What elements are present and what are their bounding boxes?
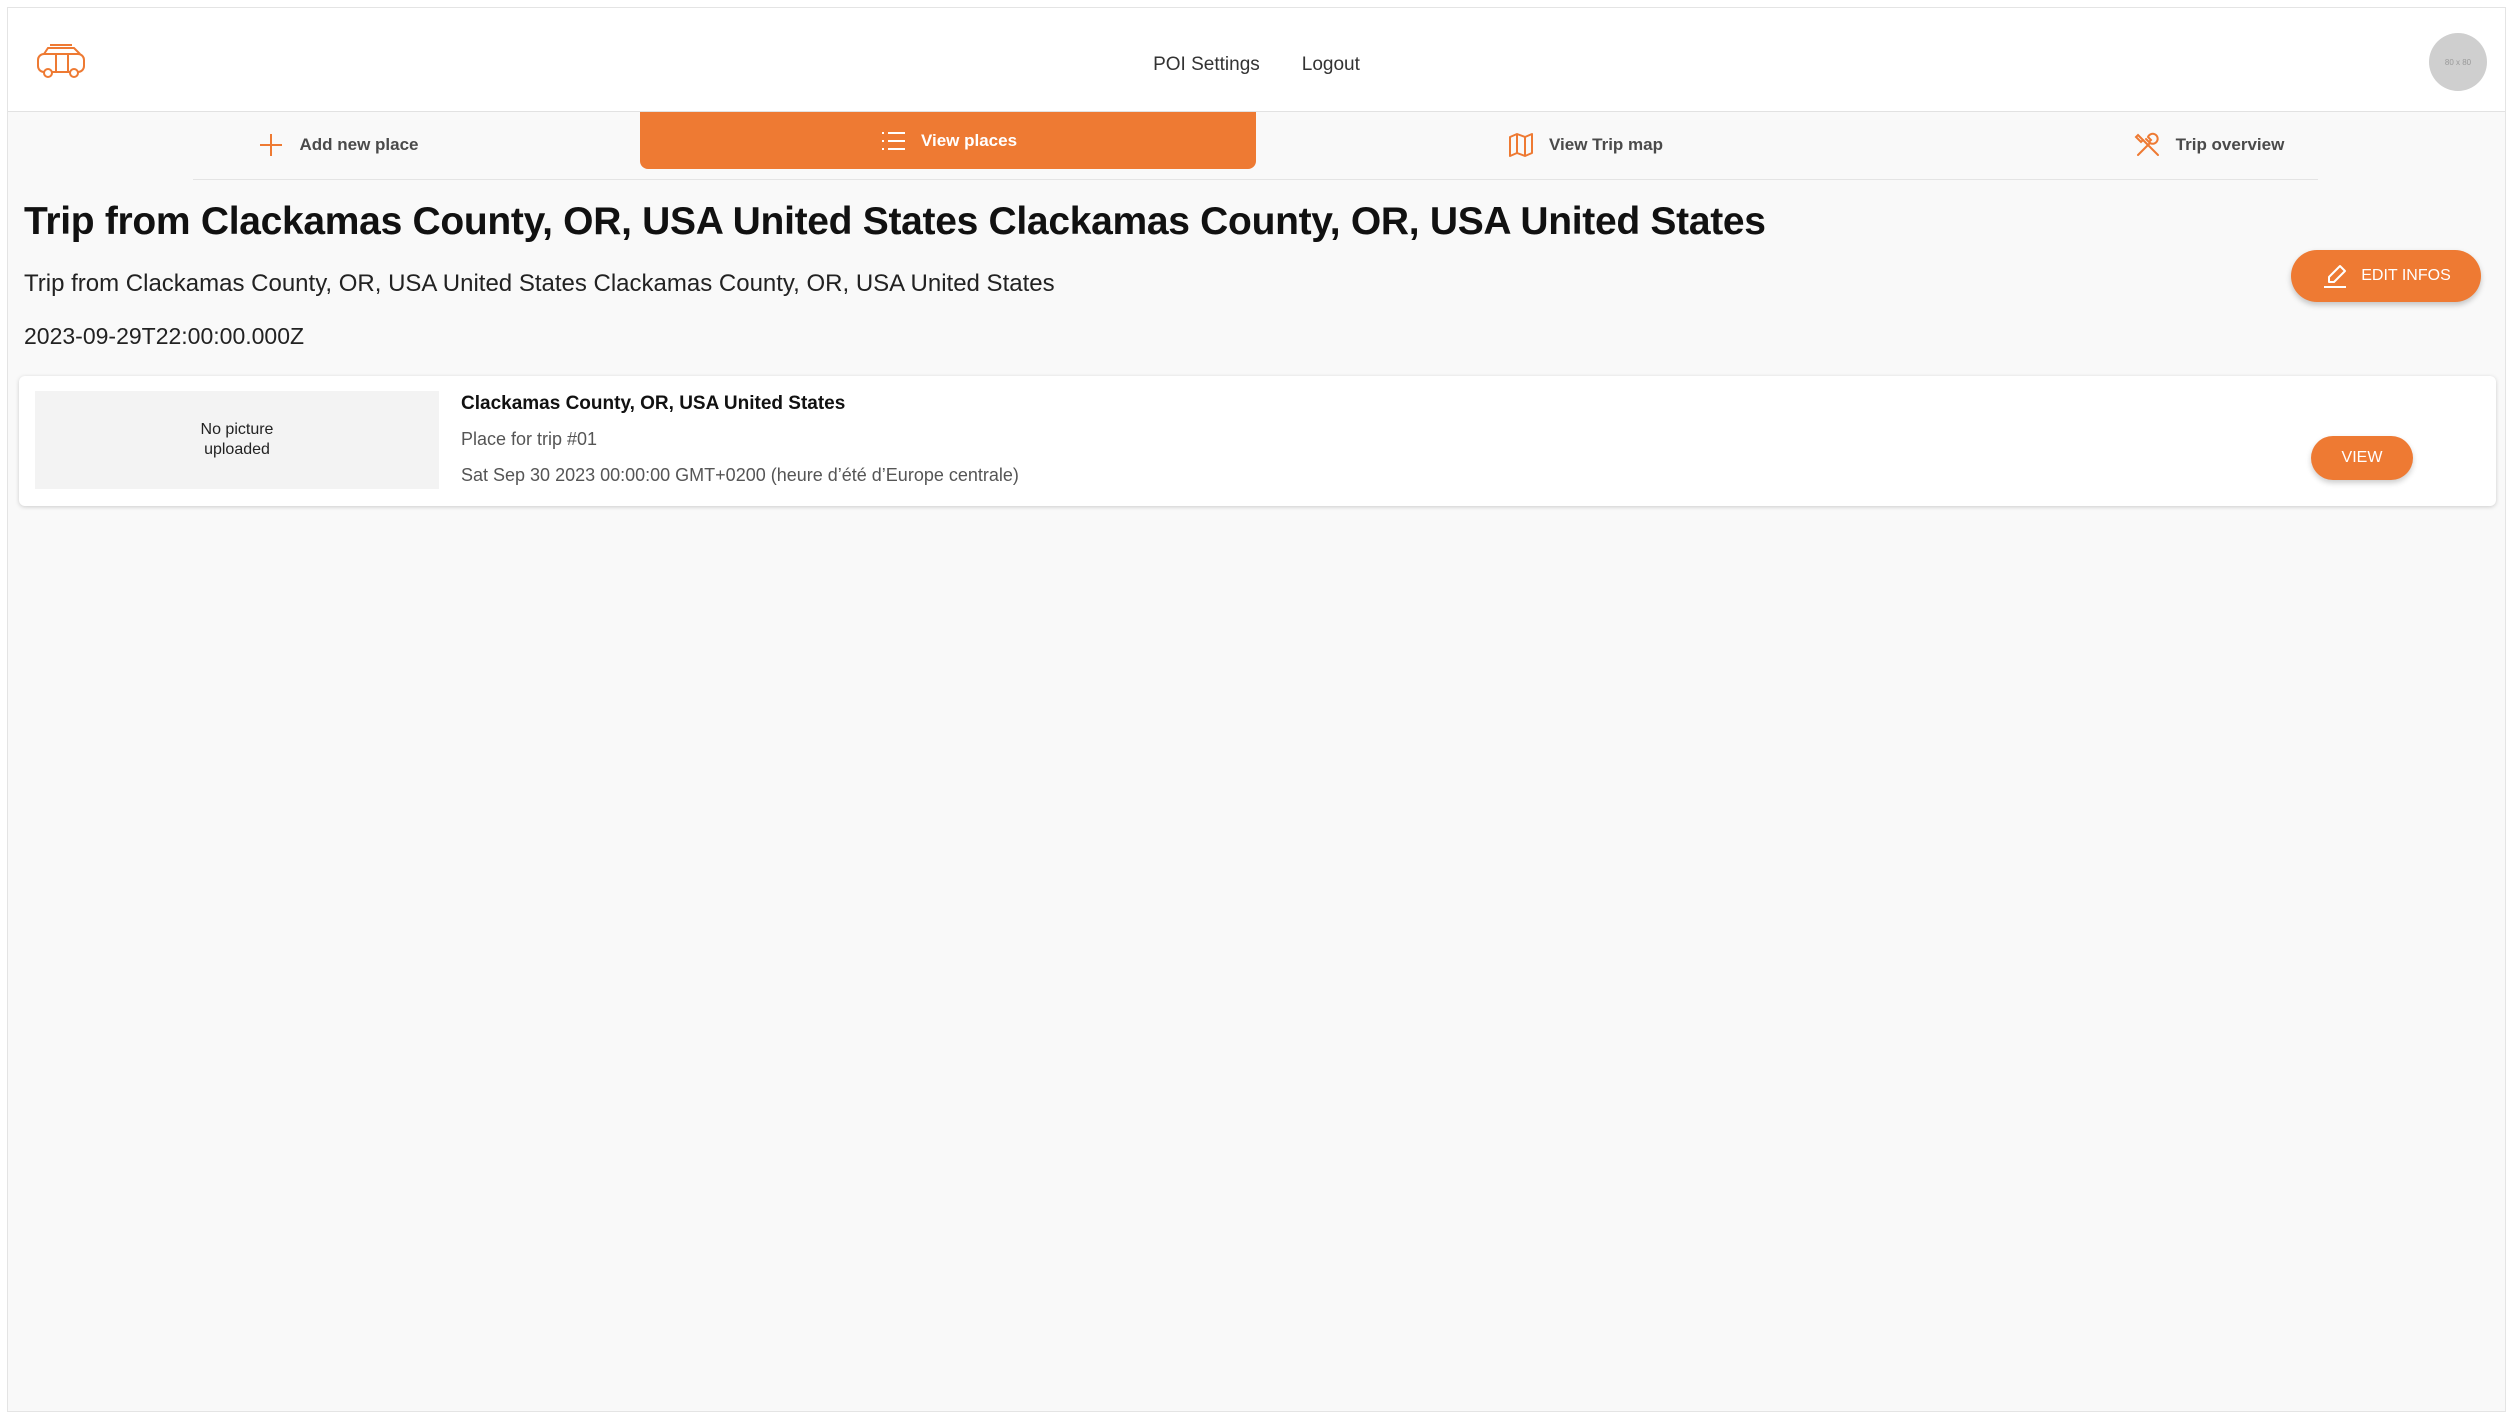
- tab-divider: [193, 179, 2318, 180]
- app-frame: POI Settings Logout 80 x 80 Add new plac…: [7, 7, 2506, 1412]
- trip-subtitle: Trip from Clackamas County, OR, USA Unit…: [24, 270, 1055, 297]
- logout-link[interactable]: Logout: [1302, 54, 1360, 76]
- pencil-icon: [2324, 265, 2347, 288]
- place-description: Place for trip #01: [461, 429, 598, 449]
- tab-trip-overview[interactable]: Trip overview: [2104, 120, 2314, 169]
- top-navbar: POI Settings Logout 80 x 80: [8, 8, 2505, 112]
- place-date: Sat Sep 30 2023 00:00:00 GMT+0200 (heure…: [461, 465, 1019, 485]
- top-nav-links: POI Settings Logout: [8, 54, 2505, 76]
- place-card: No picture uploaded Clackamas County, OR…: [19, 376, 2496, 506]
- tab-bar: Add new place View places View Trip map: [8, 112, 2505, 180]
- avatar[interactable]: 80 x 80: [2429, 33, 2487, 91]
- view-place-button[interactable]: VIEW: [2311, 436, 2413, 480]
- tools-icon: [2134, 132, 2159, 156]
- tab-view-places[interactable]: View places: [640, 112, 1256, 169]
- tab-add-new-place[interactable]: Add new place: [248, 120, 428, 169]
- place-thumbnail-placeholder: No picture uploaded: [35, 391, 439, 489]
- tab-label: Trip overview: [2175, 134, 2285, 154]
- map-icon: [1508, 132, 1533, 157]
- trip-title: Trip from Clackamas County, OR, USA Unit…: [24, 200, 1766, 243]
- edit-infos-label: EDIT INFOS: [2361, 267, 2451, 284]
- list-icon: [881, 131, 905, 150]
- place-name: Clackamas County, OR, USA United States: [461, 393, 846, 414]
- trip-date: 2023-09-29T22:00:00.000Z: [24, 323, 305, 349]
- poi-settings-link[interactable]: POI Settings: [1153, 54, 1260, 76]
- tab-label: Add new place: [299, 134, 419, 154]
- plus-icon: [260, 133, 283, 156]
- edit-infos-button[interactable]: EDIT INFOS: [2291, 250, 2481, 302]
- tab-label: View places: [920, 130, 1018, 150]
- tab-label: View Trip map: [1548, 134, 1663, 154]
- tab-view-trip-map[interactable]: View Trip map: [1480, 120, 1690, 169]
